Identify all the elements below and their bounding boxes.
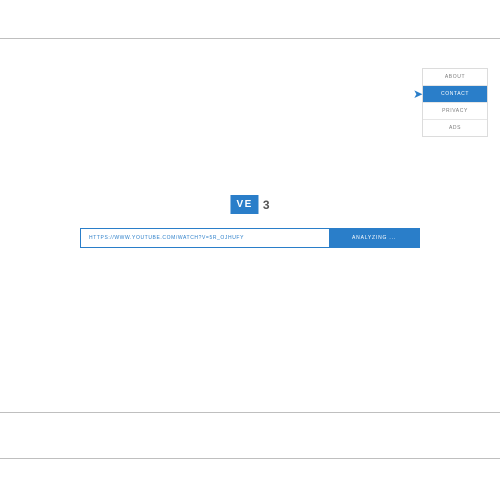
divider-bottom-2 [0, 458, 500, 459]
menu-item-label: Privacy [442, 108, 468, 114]
url-input[interactable] [81, 229, 329, 247]
menu-item-privacy[interactable]: Privacy [423, 103, 487, 120]
logo: VE 3 [230, 195, 269, 214]
logo-badge: VE [230, 195, 258, 214]
analyze-button[interactable]: Analyzing ... [329, 229, 419, 247]
dropdown-menu: About ➤ Contact Privacy Ads [422, 68, 488, 137]
menu-item-label: About [445, 74, 465, 80]
analyze-button-label: Analyzing ... [352, 235, 396, 241]
logo-suffix: 3 [263, 198, 270, 212]
search-bar: Analyzing ... [80, 228, 420, 248]
cursor-icon: ➤ [413, 87, 424, 101]
divider-top [0, 38, 500, 39]
menu-item-contact[interactable]: ➤ Contact [423, 86, 487, 103]
menu-item-label: Ads [449, 125, 461, 131]
menu-item-label: Contact [441, 91, 469, 97]
menu-item-ads[interactable]: Ads [423, 120, 487, 136]
menu-item-about[interactable]: About [423, 69, 487, 86]
divider-bottom-1 [0, 412, 500, 413]
